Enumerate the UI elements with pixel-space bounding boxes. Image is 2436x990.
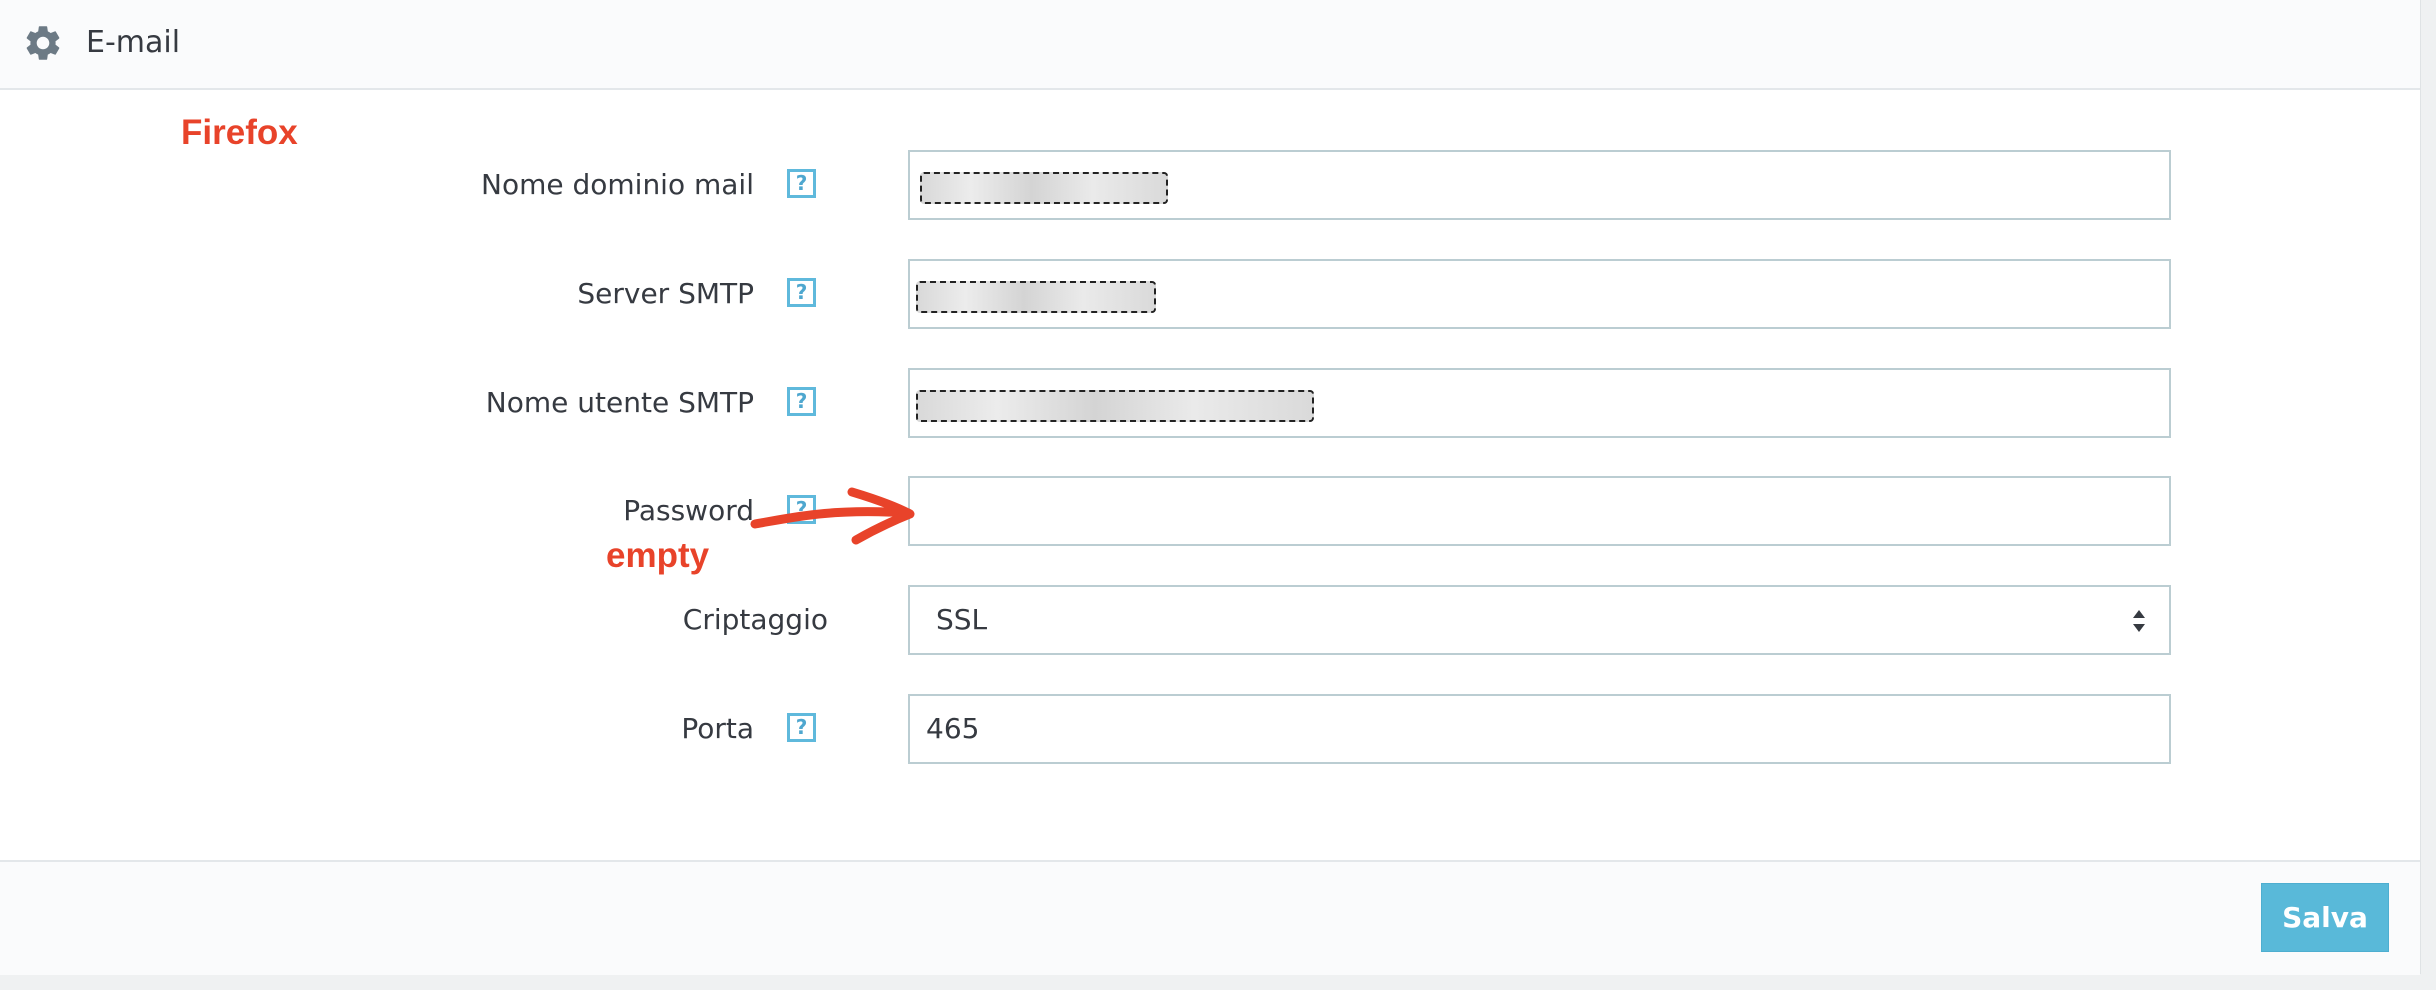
port-label: Porta — [681, 712, 754, 745]
encryption-label: Criptaggio — [682, 603, 828, 636]
panel-heading: E-mail — [0, 0, 2420, 90]
form-row-smtp-username: Nome utente SMTP ? — [0, 368, 2420, 438]
form-row-smtp-server: Server SMTP ? — [0, 259, 2420, 329]
redacted-value — [916, 390, 1314, 422]
smtp-server-label: Server SMTP — [577, 277, 754, 310]
save-button[interactable]: Salva — [2261, 883, 2389, 952]
encryption-selected-value: SSL — [936, 603, 988, 636]
panel-footer — [0, 860, 2420, 975]
redacted-value — [920, 172, 1168, 204]
smtp-username-label: Nome utente SMTP — [485, 386, 754, 419]
email-settings-panel: E-mail Firefox Nome dominio mail ? Serve… — [0, 0, 2421, 975]
encryption-select[interactable]: SSL — [908, 585, 2171, 655]
redacted-value — [916, 281, 1156, 313]
form-row-encryption: Criptaggio SSL — [0, 585, 2420, 655]
page-title: E-mail — [86, 25, 181, 60]
password-input[interactable] — [908, 476, 2171, 546]
help-icon[interactable]: ? — [787, 713, 816, 742]
form-row-password: Password ? — [0, 476, 2420, 546]
mail-domain-label: Nome dominio mail — [481, 168, 754, 201]
help-icon[interactable]: ? — [787, 278, 816, 307]
port-input[interactable]: 465 — [908, 694, 2171, 764]
form-row-mail-domain: Nome dominio mail ? — [0, 150, 2420, 220]
smtp-username-input[interactable] — [908, 368, 2171, 438]
select-arrows-icon — [2133, 610, 2145, 632]
form-row-port: Porta ? 465 — [0, 694, 2420, 764]
smtp-server-input[interactable] — [908, 259, 2171, 329]
red-arrow-annotation — [750, 487, 915, 545]
help-icon[interactable]: ? — [787, 169, 816, 198]
mail-domain-input[interactable] — [908, 150, 2171, 220]
empty-annotation: empty — [606, 536, 710, 575]
gear-icon — [26, 26, 60, 60]
firefox-annotation: Firefox — [181, 113, 298, 152]
help-icon[interactable]: ? — [787, 387, 816, 416]
